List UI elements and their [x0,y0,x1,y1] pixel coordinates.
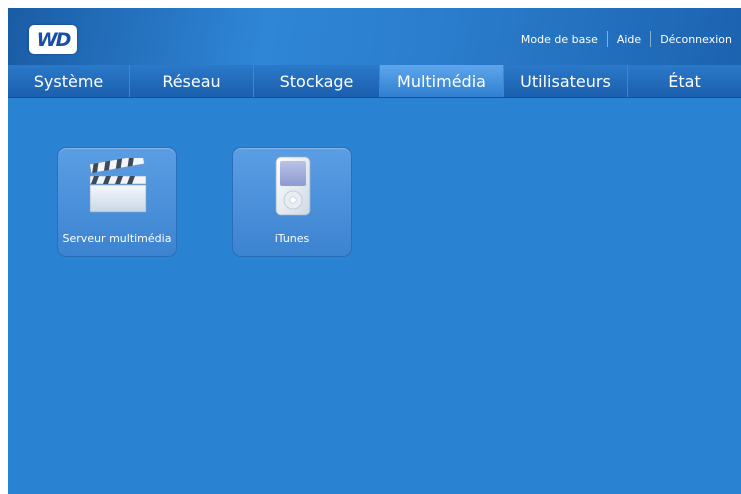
top-links: Mode de base Aide Déconnexion [512,31,741,47]
header: WD Mode de base Aide Déconnexion [8,8,741,65]
tile-label: iTunes [274,232,310,245]
media-server-tile[interactable]: Serveur multimédia [57,147,177,257]
main-nav: Système Réseau Stockage Multimédia Utili… [8,65,741,98]
logout-link[interactable]: Déconnexion [651,33,741,46]
tab-utilisateurs[interactable]: Utilisateurs [504,65,628,97]
tab-etat[interactable]: État [628,65,741,97]
tab-reseau[interactable]: Réseau [130,65,254,97]
content-area: Serveur multimédia iTunes [8,98,741,494]
tab-stockage[interactable]: Stockage [254,65,380,97]
help-link[interactable]: Aide [608,33,650,46]
app-frame: WD Mode de base Aide Déconnexion Système… [8,8,741,494]
itunes-tile[interactable]: iTunes [232,147,352,257]
basic-mode-link[interactable]: Mode de base [512,33,607,46]
tab-systeme[interactable]: Système [8,65,130,97]
clapperboard-icon [89,158,147,213]
tile-label: Serveur multimédia [62,232,172,245]
wd-logo[interactable]: WD [29,25,77,54]
tab-multimedia[interactable]: Multimédia [380,65,504,97]
logo-text: WD [36,28,72,51]
ipod-icon [275,156,311,216]
